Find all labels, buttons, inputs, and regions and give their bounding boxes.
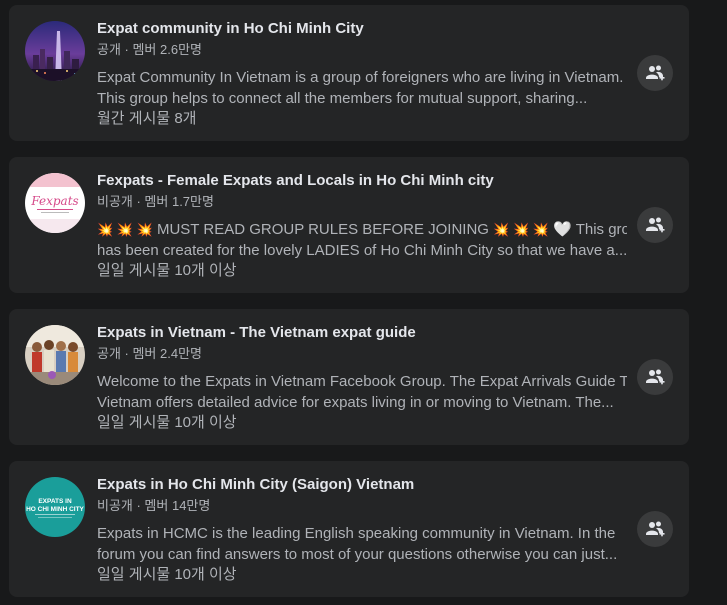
group-results-list: Expat community in Ho Chi Minh City 공개 ·… [0,0,727,605]
logo-text-top: EXPATS IN [38,498,72,505]
group-info: Expats in Vietnam - The Vietnam expat gu… [97,323,627,433]
group-description: Expats in HCMC is the leading English sp… [97,523,627,565]
join-group-icon [646,217,665,233]
group-info: Fexpats - Female Expats and Locals in Ho… [97,171,627,281]
join-group-button[interactable] [637,207,673,243]
group-card: Expats in Vietnam - The Vietnam expat gu… [9,309,689,445]
group-title[interactable]: Expats in Ho Chi Minh City (Saigon) Viet… [97,475,627,495]
group-meta: 공개 · 멤버 2.6만명 [97,42,202,57]
description-line: Expat Community In Vietnam is a group of… [97,69,624,86]
group-card: Fexpats Fexpats - Female Expats and Loca… [9,157,689,293]
heart-emoji-icon: 🤍 [553,221,572,238]
join-group-button[interactable] [637,359,673,395]
group-activity: 일일 게시물 10개 이상 [97,566,237,583]
group-title[interactable]: Expats in Vietnam - The Vietnam expat gu… [97,323,627,343]
logo-text-bottom: HO CHI MINH CITY [26,506,84,513]
description-line: forum you can find answers to most of yo… [97,546,618,563]
description-line: Vietnam offers detailed advice for expat… [97,394,614,411]
description-line: 💥 💥 💥 MUST READ GROUP RULES BEFORE JOINI… [97,219,627,240]
city-skyline-avatar[interactable] [25,21,85,81]
expats-hcmc-logo-avatar[interactable]: EXPATS IN HO CHI MINH CITY [25,477,85,537]
group-activity: 일일 게시물 10개 이상 [97,414,237,431]
join-group-icon [646,65,665,81]
join-group-button[interactable] [637,511,673,547]
description-line: Expats in HCMC is the leading English sp… [97,525,616,542]
group-activity: 월간 게시물 8개 [97,110,197,127]
group-description: Welcome to the Expats in Vietnam Faceboo… [97,371,627,413]
group-description: Expat Community In Vietnam is a group of… [97,67,627,109]
fexpats-logo-text: Fexpats [30,194,78,208]
description-line: Welcome to the Expats in Vietnam Faceboo… [97,373,627,390]
group-card: Expat community in Ho Chi Minh City 공개 ·… [9,5,689,141]
description-text: MUST READ GROUP RULES BEFORE JOINING [152,221,494,238]
description-line: has been created for the lovely LADIES o… [97,242,627,259]
join-group-button[interactable] [637,55,673,91]
group-info: Expat community in Ho Chi Minh City 공개 ·… [97,19,627,129]
join-group-icon [646,521,665,537]
group-title[interactable]: Fexpats - Female Expats and Locals in Ho… [97,171,627,191]
explosion-emoji-icon: 💥 💥 💥 [493,222,549,237]
explosion-emoji-icon: 💥 💥 💥 [97,222,153,237]
group-description: 💥 💥 💥 MUST READ GROUP RULES BEFORE JOINI… [97,219,627,261]
group-meta: 공개 · 멤버 2.4만명 [97,346,202,361]
description-text: This group [575,221,627,238]
group-photo-avatar[interactable] [25,325,85,385]
fexpats-logo-avatar[interactable]: Fexpats [25,173,85,233]
group-info: Expats in Ho Chi Minh City (Saigon) Viet… [97,475,627,585]
join-group-icon [646,369,665,385]
group-card: EXPATS IN HO CHI MINH CITY Expats in Ho … [9,461,689,597]
group-activity: 일일 게시물 10개 이상 [97,262,237,279]
group-title[interactable]: Expat community in Ho Chi Minh City [97,19,627,39]
group-meta: 비공개 · 멤버 1.7만명 [97,194,214,209]
description-line: This group helps to connect all the memb… [97,90,588,107]
group-meta: 비공개 · 멤버 14만명 [97,498,211,513]
